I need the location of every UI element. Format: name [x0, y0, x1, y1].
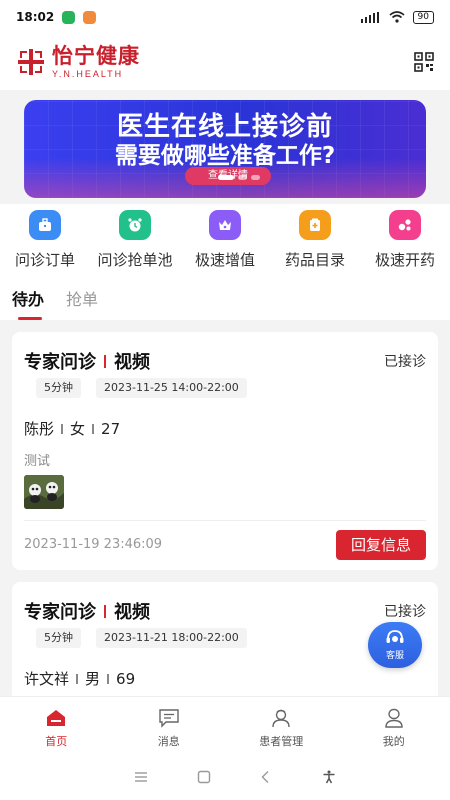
menu-label: 极速开药: [374, 251, 435, 269]
brand-logo-icon: [18, 49, 44, 75]
menu-label: 药品目录: [284, 251, 345, 269]
menu-item-consult-orders[interactable]: 问诊订单: [0, 204, 90, 274]
menu-label: 极速增值: [194, 251, 255, 269]
consult-mode: 视频: [114, 602, 150, 623]
patient-gender: 男: [85, 670, 101, 688]
duration-chip: 5分钟: [36, 378, 81, 398]
alarm-clock-icon: [119, 210, 151, 240]
order-tabs: 待办 抢单: [0, 274, 450, 320]
reply-button[interactable]: 回复信息: [336, 530, 426, 560]
attachment-thumbnail[interactable]: [24, 475, 64, 509]
medicine-box-icon: [299, 210, 331, 240]
quick-menu: 问诊订单 问诊抢单池 极速增值 药品目录 极速开药: [0, 204, 450, 274]
system-nav-bar: [0, 754, 450, 800]
signal-icon: [360, 11, 379, 23]
menu-item-express-prescription[interactable]: 极速开药: [360, 204, 450, 274]
patient-icon: [272, 709, 290, 728]
card-title: 专家问诊 视频: [24, 598, 150, 624]
brand-name-en: Y.N.HEALTH: [52, 68, 124, 79]
message-icon: [159, 709, 179, 728]
tab-todo[interactable]: 待办: [12, 274, 44, 320]
menu-item-grab-pool[interactable]: 问诊抢单池: [90, 204, 180, 274]
schedule-chip: 2023-11-25 14:00-22:00: [96, 378, 247, 398]
home-icon: [47, 710, 66, 726]
tabbar-item-profile[interactable]: 我的: [338, 697, 450, 754]
tabbar-item-patients[interactable]: 患者管理: [225, 697, 338, 754]
customer-service-button[interactable]: 客服: [368, 622, 422, 668]
headset-icon: [386, 630, 404, 643]
tabbar-label: 我的: [382, 735, 405, 748]
status-badge: 已接诊: [384, 354, 426, 370]
banner-subheadline: 需要做哪些准备工作?: [114, 143, 336, 169]
patient-info: 陈彤 女 27: [24, 418, 120, 439]
status-time: 18:02: [16, 10, 55, 24]
wifi-icon: [389, 11, 405, 23]
tabbar-item-messages[interactable]: 消息: [113, 697, 226, 754]
service-type: 专家问诊: [24, 352, 96, 373]
status-bar: 18:02 90: [0, 0, 450, 34]
patient-info: 许文祥 男 69: [24, 668, 135, 689]
card-title: 专家问诊 视频: [24, 348, 150, 374]
app-header: 怡宁健康 Y.N.HEALTH: [0, 34, 450, 90]
consult-mode: 视频: [114, 352, 150, 373]
consult-card[interactable]: 专家问诊 视频 已接诊 5分钟 2023-11-25 14:00-22:00 陈…: [12, 332, 438, 570]
consult-note: 测试: [24, 454, 51, 469]
menu-label: 问诊订单: [14, 251, 75, 269]
accessibility-icon[interactable]: [322, 770, 336, 784]
menu-label: 问诊抢单池: [97, 251, 173, 269]
brand-name: 怡宁健康 Y.N.HEALTH: [52, 43, 140, 79]
pills-icon: [389, 210, 421, 240]
tab-grab[interactable]: 抢单: [66, 274, 98, 320]
patient-age: 69: [116, 669, 136, 688]
menu-icon[interactable]: [134, 770, 148, 784]
customer-service-label: 客服: [385, 651, 404, 661]
duration-chip: 5分钟: [36, 628, 81, 648]
patient-name: 许文祥: [24, 670, 70, 688]
created-time: 2023-11-19 23:46:09: [24, 537, 163, 552]
tabbar-label: 消息: [157, 735, 180, 748]
briefcase-icon: [29, 210, 61, 240]
tabbar-item-home[interactable]: 首页: [0, 697, 113, 754]
home-square-icon[interactable]: [197, 770, 211, 784]
profile-icon: [385, 708, 403, 728]
bottom-tab-bar: 首页 消息 患者管理 我的: [0, 696, 450, 754]
promo-banner[interactable]: 医生在线上接诊前 需要做哪些准备工作? 查看详情: [24, 100, 426, 198]
service-type: 专家问诊: [24, 602, 96, 623]
patient-name: 陈彤: [24, 420, 55, 438]
menu-item-drug-catalog[interactable]: 药品目录: [270, 204, 360, 274]
notification-app-icon: [62, 10, 76, 24]
tabbar-label: 首页: [45, 735, 68, 748]
banner-pagination: [218, 175, 260, 180]
tabbar-label: 患者管理: [259, 735, 304, 748]
crown-icon: [209, 210, 241, 240]
patient-age: 27: [101, 419, 121, 438]
schedule-chip: 2023-11-21 18:00-22:00: [96, 628, 247, 648]
battery-indicator: 90: [412, 10, 434, 24]
status-badge: 已接诊: [384, 604, 426, 620]
qr-code-icon[interactable]: [414, 52, 434, 72]
patient-gender: 女: [70, 420, 86, 438]
menu-item-express-value[interactable]: 极速增值: [180, 204, 270, 274]
notification-chat-icon: [83, 10, 97, 24]
brand-name-cn: 怡宁健康: [52, 43, 140, 68]
back-icon[interactable]: [259, 770, 273, 784]
